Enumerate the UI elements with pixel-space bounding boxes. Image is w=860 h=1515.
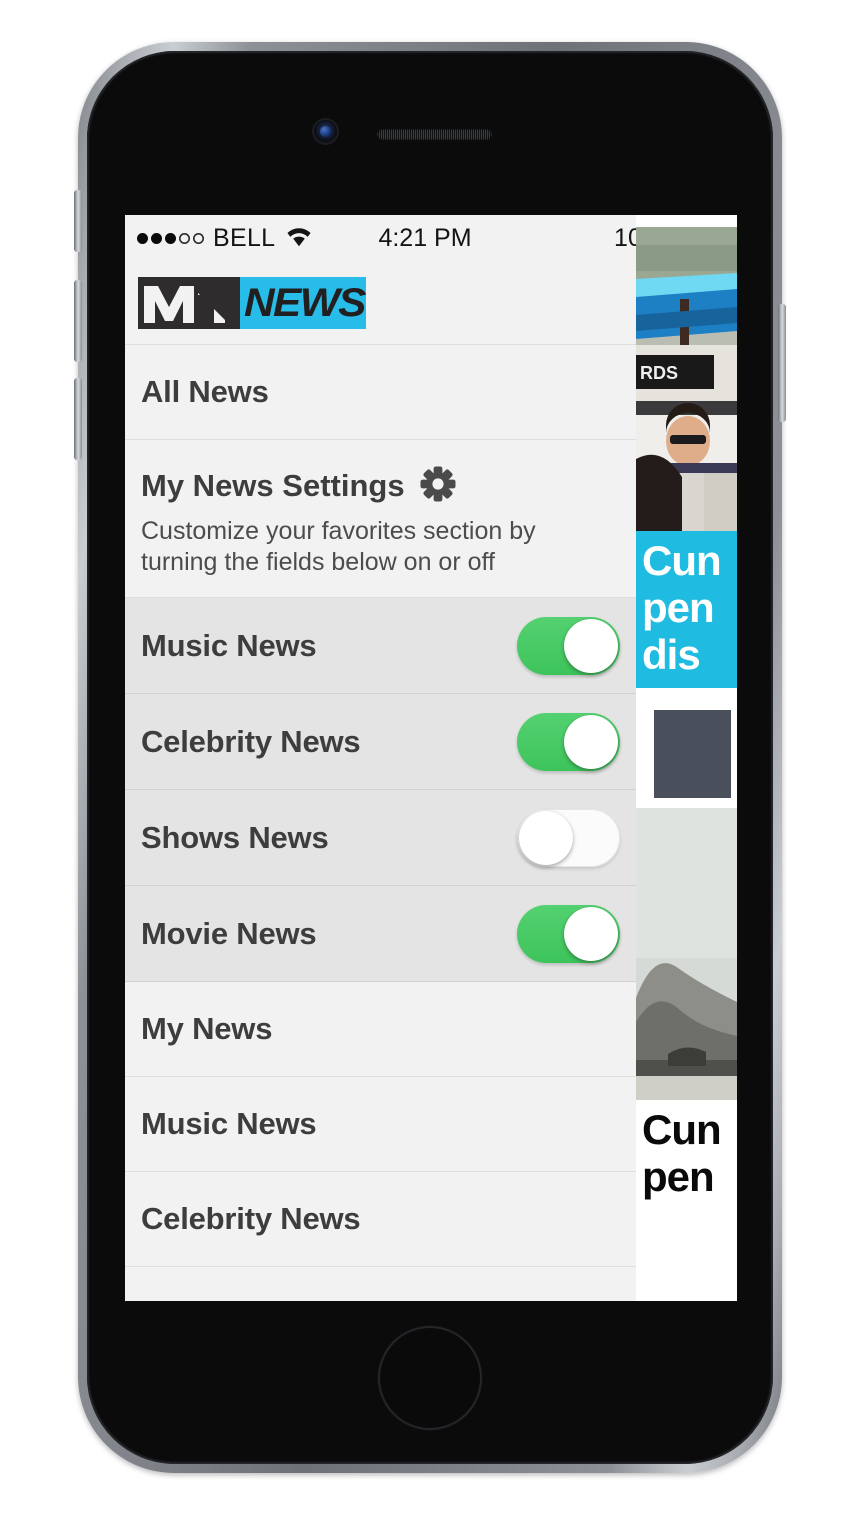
signal-dot-5 <box>193 233 204 244</box>
toggle-knob <box>564 714 618 769</box>
signal-dot-1 <box>137 232 148 244</box>
signal-dot-3 <box>165 232 176 244</box>
article-headline-1[interactable]: Cun pen dis <box>636 531 737 689</box>
home-button[interactable] <box>378 1326 482 1430</box>
svg-text:RDS: RDS <box>640 363 678 383</box>
article-headline-1-line-2: pen <box>642 584 715 632</box>
signal-strength-indicator <box>137 232 204 244</box>
article-photo-2 <box>636 808 737 1101</box>
menu-item-partial[interactable] <box>125 1267 636 1301</box>
toggle-knob <box>564 906 618 961</box>
volume-up-button[interactable] <box>74 280 82 362</box>
toggle-knob <box>564 618 618 673</box>
strip-gap-1 <box>636 688 737 701</box>
front-camera-icon <box>314 120 337 143</box>
menu-item-all-news[interactable]: All News <box>125 345 636 440</box>
article-photo-1: RDS <box>636 227 737 531</box>
carrier-label: BELL <box>213 223 276 252</box>
strip-top-gap <box>636 215 737 227</box>
article-headline-2[interactable]: Cun pen <box>636 1100 737 1211</box>
toggle-switch-shows-news[interactable] <box>517 808 620 867</box>
article-headline-2-line-1: Cun <box>642 1106 722 1154</box>
toggle-row-shows-news[interactable]: Shows News <box>125 790 636 886</box>
phone-face: BELL 4:21 PM 100% <box>87 51 773 1464</box>
toggle-label: Shows News <box>141 819 329 855</box>
article-feed-strip[interactable]: RDS Cun pen dis Cun pen <box>636 215 737 1301</box>
toggle-switch-celebrity-news[interactable] <box>517 712 620 771</box>
mtv-news-logo[interactable]: NEWS <box>138 276 366 329</box>
toggle-switch-music-news[interactable] <box>517 616 620 675</box>
signal-dot-4 <box>179 233 190 244</box>
toggle-row-music-news[interactable]: Music News <box>125 598 636 694</box>
article-card-1[interactable]: RDS Cun pen dis <box>636 227 737 689</box>
article-headline-2-line-2: pen <box>642 1153 715 1201</box>
earpiece-speaker-icon <box>377 129 492 140</box>
menu-item-label: Music News <box>141 1106 317 1141</box>
volume-down-button[interactable] <box>74 378 82 460</box>
settings-subtitle: Customize your favorites section by turn… <box>141 516 536 576</box>
toggle-row-movie-news[interactable]: Movie News <box>125 886 636 982</box>
menu-item-music-news[interactable]: Music News <box>125 1077 636 1172</box>
article-headline-1-line-1: Cun <box>642 537 722 584</box>
settings-title-row: My News Settings <box>141 465 457 508</box>
menu-list: All News My News Settings Customize your… <box>125 345 636 1301</box>
news-logo-badge: NEWS <box>240 276 366 329</box>
article-headline-1-line-3: dis <box>642 631 701 679</box>
menu-item-label: All News <box>141 374 269 409</box>
phone-device: BELL 4:21 PM 100% <box>74 42 786 1473</box>
toggle-label: Music News <box>141 627 317 663</box>
power-button[interactable] <box>778 304 786 422</box>
mute-switch[interactable] <box>74 190 82 252</box>
mtv-logo-icon <box>138 276 240 329</box>
toggle-label: Movie News <box>141 915 317 951</box>
menu-item-my-news[interactable]: My News <box>125 982 636 1077</box>
signal-dot-2 <box>151 232 162 244</box>
news-logo-text: NEWS <box>244 280 366 325</box>
article-image-placeholder <box>654 710 731 799</box>
menu-item-label: Celebrity News <box>141 1201 361 1236</box>
my-news-settings-section: My News Settings Customize your favorite… <box>125 440 636 598</box>
gear-icon[interactable] <box>419 465 457 508</box>
app-menu-pane: BELL 4:21 PM 100% <box>125 215 737 1301</box>
toggle-knob <box>519 810 573 865</box>
wifi-icon <box>284 225 314 252</box>
menu-item-celebrity-news[interactable]: Celebrity News <box>125 1172 636 1267</box>
article-card-2[interactable]: Cun pen <box>636 808 737 1211</box>
phone-screen: BELL 4:21 PM 100% <box>125 215 737 1301</box>
toggle-switch-movie-news[interactable] <box>517 904 620 963</box>
settings-title: My News Settings <box>141 468 405 504</box>
toggle-label: Celebrity News <box>141 723 361 759</box>
menu-item-label: My News <box>141 1011 273 1046</box>
toggle-row-celebrity-news[interactable]: Celebrity News <box>125 694 636 790</box>
